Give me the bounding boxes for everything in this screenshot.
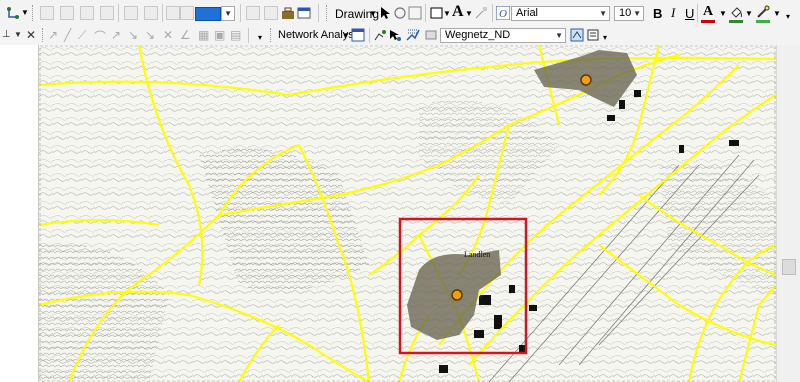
network-identify-icon[interactable] bbox=[570, 28, 584, 42]
facility-marker bbox=[451, 289, 463, 301]
line-color-icon[interactable] bbox=[756, 5, 770, 19]
arc-tool-icon[interactable]: ⌒ bbox=[94, 28, 106, 45]
cut-tool-icon[interactable]: ✕ bbox=[163, 28, 173, 42]
standard-toolbar: ▼ ▼ Drawing ▼ ▼ A ▼ O Arial ▼ 10 ▼ B I U… bbox=[0, 0, 800, 28]
toolbar-overflow-icon[interactable]: ▾ bbox=[786, 12, 790, 21]
pin-icon[interactable]: ⊥ bbox=[2, 29, 11, 40]
create-features-icon[interactable]: ▤ bbox=[230, 28, 241, 42]
font-color-button[interactable]: A bbox=[703, 4, 713, 20]
drawing-menu-arrow-icon[interactable]: ▼ bbox=[369, 9, 377, 18]
network-analyst-window-icon[interactable] bbox=[351, 28, 365, 42]
font-color-swatch bbox=[701, 20, 715, 23]
dropdown-arrow-icon[interactable]: ▼ bbox=[21, 8, 29, 17]
font-color-arrow-icon[interactable]: ▼ bbox=[719, 9, 727, 18]
line-color-swatch bbox=[756, 20, 770, 23]
rectangle-icon[interactable] bbox=[430, 6, 444, 20]
edit-tool-icon[interactable]: ↗ bbox=[48, 28, 58, 42]
new-text-button[interactable]: A bbox=[452, 3, 464, 21]
tangent-tool-icon[interactable]: ↘ bbox=[128, 28, 138, 42]
tool-button-4[interactable] bbox=[100, 6, 114, 20]
underline-button[interactable]: U bbox=[685, 6, 694, 21]
bold-button[interactable]: B bbox=[653, 6, 662, 21]
map-canvas: Landlen bbox=[39, 45, 776, 382]
autohide-arrow-icon[interactable]: ▼ bbox=[14, 30, 22, 39]
tool-button-6[interactable] bbox=[144, 6, 158, 20]
font-size-value: 10 bbox=[619, 7, 632, 19]
tool-button-3[interactable] bbox=[80, 6, 94, 20]
rotate-icon[interactable] bbox=[393, 6, 407, 20]
table-of-contents-panel bbox=[0, 45, 39, 382]
attributes-tool-icon[interactable]: ▦ bbox=[198, 28, 209, 42]
sketch-props-icon[interactable]: ▣ bbox=[214, 28, 225, 42]
scroll-thumb[interactable] bbox=[782, 259, 796, 275]
font-name-value: Arial bbox=[516, 7, 539, 19]
sketch-tool-icon[interactable]: ╱ bbox=[64, 28, 71, 42]
italic-button[interactable]: I bbox=[671, 5, 675, 21]
fill-color-icon[interactable] bbox=[729, 5, 743, 19]
solve-icon[interactable] bbox=[406, 28, 420, 42]
editor-overflow-icon[interactable]: ▾ bbox=[258, 33, 262, 42]
map-view[interactable]: Landlen bbox=[39, 45, 776, 382]
zoom-scale-box[interactable] bbox=[195, 7, 221, 21]
python-window-icon[interactable] bbox=[297, 6, 311, 20]
build-network-icon[interactable] bbox=[424, 28, 438, 42]
toolbox-icon[interactable] bbox=[281, 6, 295, 20]
svg-text:O: O bbox=[499, 8, 507, 20]
reshape-tool-icon[interactable]: ∠ bbox=[180, 28, 191, 42]
select-move-location-icon[interactable] bbox=[388, 28, 402, 42]
network-dataset-value: Wegnetz_ND bbox=[445, 29, 511, 41]
line-tool-icon[interactable]: ⟋ bbox=[78, 28, 86, 43]
close-panel-icon[interactable]: ✕ bbox=[26, 28, 36, 42]
text-arrow-icon[interactable]: ▼ bbox=[465, 9, 473, 18]
tool-button-5[interactable] bbox=[124, 6, 138, 20]
edit-vertices-icon[interactable] bbox=[474, 6, 488, 20]
facility-marker bbox=[580, 74, 592, 86]
zoom-to-selected-icon[interactable] bbox=[408, 6, 422, 20]
select-elements-icon[interactable] bbox=[378, 6, 392, 20]
network-analyst-toolbar: ⊥ ✕ ▼ ↗ ╱ ⟋ ⌒ ↗ ↘ ↘ ✕ ∠ ▦ ▣ ▤ ▾ Network … bbox=[0, 27, 800, 71]
tool-button-9[interactable] bbox=[246, 6, 260, 20]
font-size-combo[interactable]: 10 ▼ bbox=[614, 6, 644, 21]
place-label: Landlen bbox=[464, 250, 490, 259]
network-analyst-arrow-icon[interactable]: ▼ bbox=[342, 31, 350, 40]
create-network-location-icon[interactable] bbox=[373, 28, 387, 42]
network-graph-icon[interactable] bbox=[6, 6, 20, 20]
tool-button-8[interactable] bbox=[180, 6, 194, 20]
vertical-scrollbar[interactable] bbox=[776, 45, 800, 382]
tool-button-1[interactable] bbox=[40, 6, 54, 20]
tool-button-7[interactable] bbox=[166, 6, 180, 20]
zoom-scale-combo[interactable]: ▼ bbox=[221, 6, 235, 21]
network-overflow-icon[interactable]: ▾ bbox=[603, 33, 607, 42]
endpoint-tool-icon[interactable]: ↗ bbox=[111, 28, 121, 42]
directions-icon[interactable] bbox=[586, 28, 600, 42]
network-dataset-combo[interactable]: Wegnetz_ND ▼ bbox=[440, 28, 566, 43]
fill-color-arrow-icon[interactable]: ▼ bbox=[745, 9, 753, 18]
fill-color-swatch bbox=[729, 20, 743, 23]
tool-button-2[interactable] bbox=[60, 6, 74, 20]
midpoint-tool-icon[interactable]: ↘ bbox=[145, 28, 155, 42]
font-name-combo[interactable]: Arial ▼ bbox=[511, 6, 610, 21]
font-icon: O bbox=[496, 6, 510, 20]
rectangle-arrow-icon[interactable]: ▼ bbox=[443, 9, 451, 18]
tool-button-10[interactable] bbox=[264, 6, 278, 20]
line-color-arrow-icon[interactable]: ▼ bbox=[773, 9, 781, 18]
